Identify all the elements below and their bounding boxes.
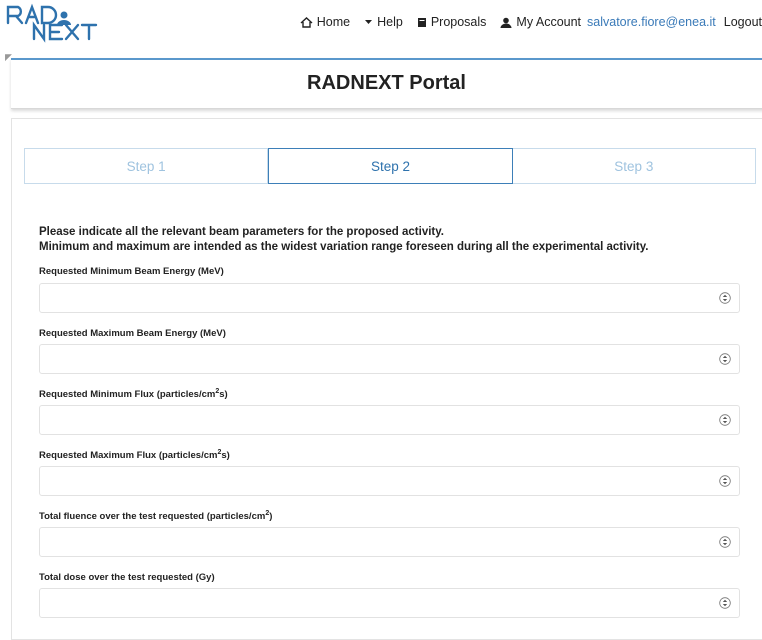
intro-line-1: Please indicate all the relevant beam pa… — [39, 226, 444, 238]
min-flux-label-suffix: s) — [219, 389, 228, 401]
user-icon — [500, 17, 512, 28]
top-navbar: Home Help Proposals My Account salvatore… — [0, 0, 762, 46]
main-nav: Home Help Proposals My Account salvatore… — [286, 12, 762, 32]
nav-proposals-label: Proposals — [430, 15, 487, 29]
nav-home-label: Home — [316, 15, 351, 29]
step-tab-1[interactable]: Step 1 — [24, 148, 269, 184]
form-panel — [11, 118, 762, 640]
dose-label: Total dose over the test requested (Gy) — [39, 572, 215, 583]
min-energy-input[interactable] — [46, 284, 710, 312]
nav-proposals[interactable]: Proposals — [417, 15, 487, 29]
intro-line-2: Minimum and maximum are intended as the … — [39, 241, 649, 253]
nav-help-label: Help — [377, 15, 403, 29]
dose-input[interactable] — [46, 589, 710, 617]
max-flux-input[interactable] — [46, 467, 710, 495]
max-energy-input[interactable] — [46, 345, 710, 373]
nav-my-account[interactable]: My Account — [500, 15, 581, 29]
radnext-logo[interactable] — [4, 3, 132, 43]
max-energy-field[interactable] — [39, 344, 740, 374]
nav-my-account-label: My Account — [516, 15, 582, 29]
max-flux-label-text: Requested Maximum Flux (particles/cm — [39, 450, 218, 462]
max-flux-label-suffix: s) — [221, 450, 230, 462]
book-icon — [417, 17, 426, 27]
home-icon — [300, 16, 313, 28]
caret-down-icon — [365, 20, 373, 24]
spinner-icon[interactable] — [719, 475, 731, 487]
dose-field[interactable] — [39, 588, 740, 618]
fluence-label: Total fluence over the test requested (p… — [39, 510, 272, 522]
min-energy-label: Requested Minimum Beam Energy (MeV) — [39, 266, 224, 277]
fluence-field[interactable] — [39, 527, 740, 557]
step-tab-2[interactable]: Step 2 — [268, 148, 513, 184]
user-email[interactable]: salvatore.fiore@enea.it — [587, 15, 716, 29]
max-flux-field[interactable] — [39, 466, 740, 496]
nav-logout[interactable]: Logout — [724, 15, 762, 29]
min-flux-field[interactable] — [39, 405, 740, 435]
spinner-icon[interactable] — [719, 414, 731, 426]
intro-text: Please indicate all the relevant beam pa… — [39, 225, 739, 255]
step-tabs: Step 1 Step 2 Step 3 — [24, 148, 756, 184]
min-energy-field[interactable] — [39, 283, 740, 313]
step-tab-3[interactable]: Step 3 — [512, 148, 756, 184]
nav-home[interactable]: Home — [300, 15, 350, 29]
min-flux-label: Requested Minimum Flux (particles/cm2s) — [39, 388, 228, 400]
min-flux-input[interactable] — [46, 406, 710, 434]
fluence-label-suffix: ) — [269, 511, 273, 523]
spinner-icon[interactable] — [719, 597, 731, 609]
max-flux-label: Requested Maximum Flux (particles/cm2s) — [39, 449, 230, 461]
fluence-input[interactable] — [46, 528, 710, 556]
max-energy-label: Requested Maximum Beam Energy (MeV) — [39, 328, 226, 339]
title-panel: RADNEXT Portal — [11, 58, 762, 109]
nav-help[interactable]: Help — [364, 15, 403, 29]
spinner-icon[interactable] — [719, 353, 731, 365]
page-title: RADNEXT Portal — [307, 72, 466, 94]
spinner-icon[interactable] — [719, 536, 731, 548]
spinner-icon[interactable] — [719, 292, 731, 304]
min-flux-label-text: Requested Minimum Flux (particles/cm — [39, 389, 216, 401]
fluence-label-text: Total fluence over the test requested (p… — [39, 511, 266, 523]
